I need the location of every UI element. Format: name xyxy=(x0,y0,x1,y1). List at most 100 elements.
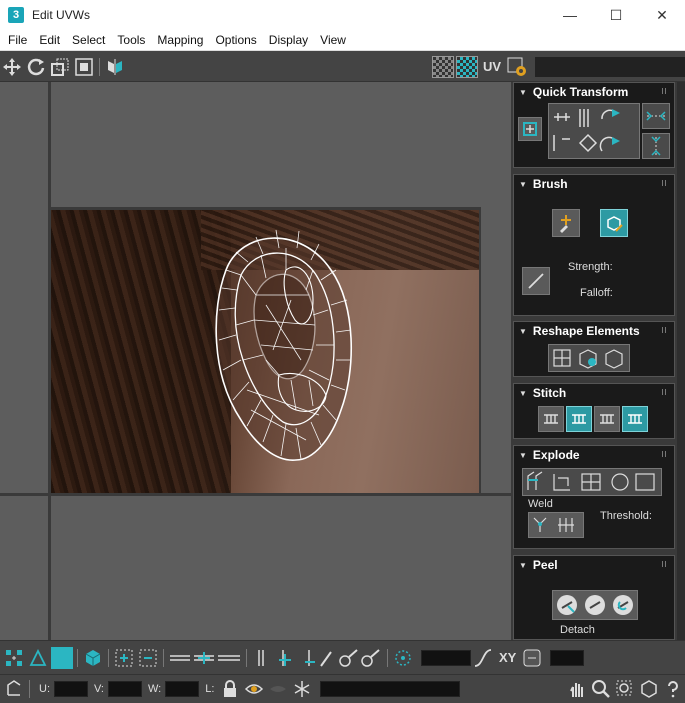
element-select-icon[interactable] xyxy=(81,646,105,670)
vertex-select-icon[interactable] xyxy=(2,646,26,670)
stitch-average-button[interactable] xyxy=(594,406,620,432)
weld-label: Weld xyxy=(528,498,553,510)
checker-teal-icon[interactable] xyxy=(455,55,479,79)
freeform-icon[interactable] xyxy=(72,55,96,79)
zoom-icon[interactable] xyxy=(589,677,613,701)
explode-header[interactable]: ▼ Explode xyxy=(514,446,674,464)
checker-pattern-icon[interactable] xyxy=(431,55,455,79)
bottom-toolbar-coordinates: U: V: W: L: xyxy=(0,674,685,703)
weld-buttons-group[interactable] xyxy=(528,512,584,538)
mirror-icon[interactable] xyxy=(103,55,127,79)
help-icon[interactable] xyxy=(661,677,685,701)
u-label: U: xyxy=(39,683,50,695)
window-title: Edit UVWs xyxy=(32,8,91,22)
uv-toggle[interactable]: UV xyxy=(483,59,501,74)
falloff-type-icon[interactable] xyxy=(471,646,495,670)
scale-icon[interactable] xyxy=(48,55,72,79)
loop-ring-icons[interactable] xyxy=(167,646,243,670)
rollout-reshape-elements: ▼ Reshape Elements xyxy=(513,321,675,377)
u-field[interactable] xyxy=(54,681,88,697)
rotate-icon[interactable] xyxy=(24,55,48,79)
soft-select-value[interactable] xyxy=(421,649,471,666)
detach-label: Detach xyxy=(560,624,595,636)
paint-select-icons[interactable] xyxy=(336,646,384,670)
menu-options[interactable]: Options xyxy=(209,33,262,47)
stitch-target-button[interactable] xyxy=(622,406,648,432)
texture-dropdown[interactable] xyxy=(535,56,685,77)
relax-brush-button[interactable] xyxy=(600,209,628,237)
panel-scrollbar[interactable] xyxy=(677,82,685,640)
app-icon: 3 xyxy=(8,7,24,23)
align-buttons-group[interactable] xyxy=(548,103,640,159)
threshold-label: Threshold: xyxy=(600,510,652,522)
grow-selection-icon[interactable] xyxy=(112,646,136,670)
uv-viewport[interactable] xyxy=(0,82,511,640)
uv-mesh[interactable] xyxy=(51,210,479,493)
ring-loop-icons[interactable] xyxy=(250,646,336,670)
texture-settings-icon[interactable] xyxy=(505,55,529,79)
zoom-region-icon[interactable] xyxy=(613,677,637,701)
hide-icon[interactable] xyxy=(266,677,290,701)
stitch-custom-button[interactable] xyxy=(538,406,564,432)
reshape-header[interactable]: ▼ Reshape Elements xyxy=(514,322,674,340)
zoom-extents-icon[interactable] xyxy=(637,677,661,701)
brush-title: Brush xyxy=(532,177,568,191)
rollout-peel: ▼ Peel Detach xyxy=(513,555,675,640)
explode-title: Explode xyxy=(532,448,580,462)
menu-select[interactable]: Select xyxy=(66,33,111,47)
rollout-quick-transform: ▼ Quick Transform xyxy=(513,82,675,168)
freeze-icon[interactable] xyxy=(290,677,314,701)
maximize-button[interactable]: ☐ xyxy=(593,0,639,30)
rollout-stitch: ▼ Stitch xyxy=(513,383,675,439)
transform-gizmo-button[interactable] xyxy=(518,117,542,141)
eye-icon[interactable] xyxy=(242,677,266,701)
brush-header[interactable]: ▼ Brush xyxy=(514,175,674,193)
stitch-title: Stitch xyxy=(532,386,567,400)
face-select-icon[interactable] xyxy=(50,646,74,670)
menu-file[interactable]: File xyxy=(2,33,33,47)
menu-display[interactable]: Display xyxy=(263,33,314,47)
menu-view[interactable]: View xyxy=(314,33,352,47)
absolute-offset-icon[interactable] xyxy=(2,677,26,701)
paint-move-button[interactable] xyxy=(552,209,580,237)
v-field[interactable] xyxy=(108,681,142,697)
space-horizontal-button[interactable] xyxy=(642,103,670,129)
minimize-button[interactable]: — xyxy=(547,0,593,30)
close-button[interactable]: ✕ xyxy=(639,0,685,30)
right-panel: ▼ Quick Transform ▼ Brush Strength: Fallof… xyxy=(511,82,685,640)
w-field[interactable] xyxy=(165,681,200,697)
move-icon[interactable] xyxy=(0,55,24,79)
stitch-header[interactable]: ▼ Stitch xyxy=(514,384,674,402)
bottom-toolbar-selection: XY xyxy=(0,640,685,674)
edge-select-icon[interactable] xyxy=(26,646,50,670)
pan-icon[interactable] xyxy=(565,677,589,701)
reshape-title: Reshape Elements xyxy=(532,324,640,338)
edge-distance-icon[interactable] xyxy=(520,646,544,670)
peel-header[interactable]: ▼ Peel xyxy=(514,556,674,574)
stitch-source-button[interactable] xyxy=(566,406,592,432)
w-label: W: xyxy=(148,683,162,695)
space-vertical-button[interactable] xyxy=(642,133,670,159)
filter-field[interactable] xyxy=(320,681,461,697)
peel-title: Peel xyxy=(532,558,558,572)
top-toolbar: UV xyxy=(0,52,685,82)
menu-mapping[interactable]: Mapping xyxy=(151,33,209,47)
falloff-curve-button[interactable] xyxy=(522,267,550,295)
explode-buttons-group[interactable] xyxy=(522,468,662,496)
edge-distance-value[interactable] xyxy=(550,649,585,666)
xy-toggle[interactable]: XY xyxy=(499,650,516,665)
v-label: V: xyxy=(94,683,104,695)
texture-photo xyxy=(51,210,479,493)
menu-tools[interactable]: Tools xyxy=(111,33,151,47)
shrink-selection-icon[interactable] xyxy=(136,646,160,670)
lock-icon[interactable] xyxy=(218,677,242,701)
soft-select-icon[interactable] xyxy=(391,646,415,670)
falloff-label: Falloff: xyxy=(580,287,613,299)
quick-transform-header[interactable]: ▼ Quick Transform xyxy=(514,83,674,101)
peel-buttons-group[interactable] xyxy=(552,590,638,620)
strength-label: Strength: xyxy=(568,261,613,273)
menu-edit[interactable]: Edit xyxy=(33,33,66,47)
menu-bar: File Edit Select Tools Mapping Options D… xyxy=(0,30,685,51)
rollout-explode: ▼ Explode Weld Threshold: xyxy=(513,445,675,549)
reshape-buttons-group[interactable] xyxy=(548,344,630,372)
